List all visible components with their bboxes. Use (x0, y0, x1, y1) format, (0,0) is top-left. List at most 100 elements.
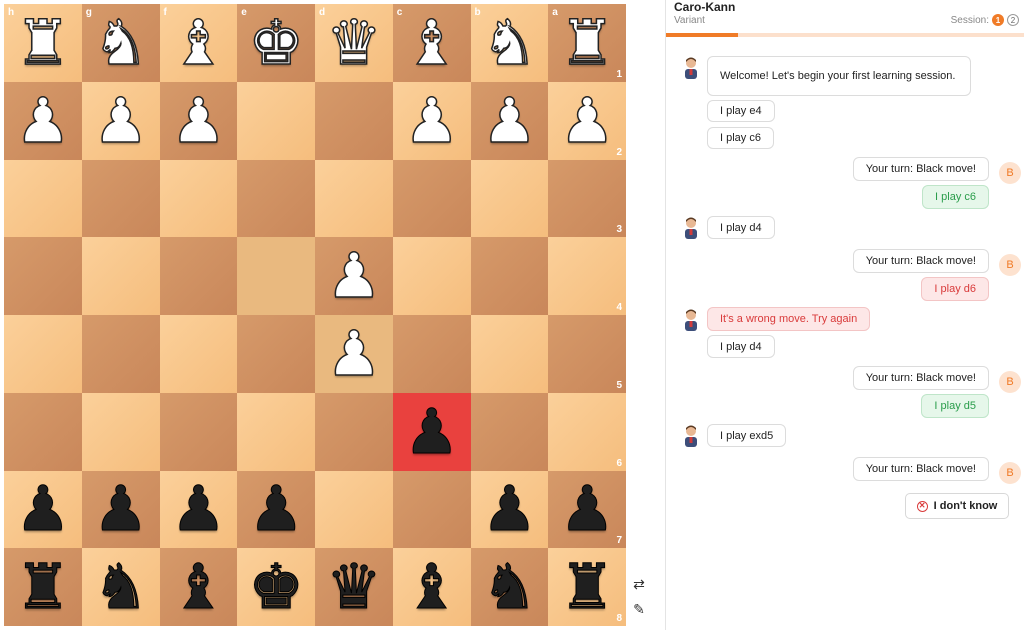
square-a8[interactable]: 8 ♜ (548, 548, 626, 626)
square-e1[interactable]: e ♚ (237, 4, 315, 82)
square-a1[interactable]: a 1 ♜ (548, 4, 626, 82)
square-f7[interactable]: ♟ (159, 470, 238, 549)
flip-board-icon[interactable]: ⇄ (631, 576, 647, 592)
square-c2[interactable]: ♟ (392, 81, 471, 160)
square-g8[interactable]: ♞ (81, 548, 160, 626)
square-g3[interactable] (81, 159, 160, 238)
square-d7[interactable] (315, 470, 393, 549)
square-h6[interactable] (4, 392, 82, 471)
square-a4[interactable]: 4 (548, 237, 626, 315)
square-h1[interactable]: h ♜ (4, 4, 82, 82)
draw-icon[interactable]: ✎ (631, 601, 647, 617)
square-f8[interactable]: ♝ (159, 548, 238, 626)
black-rook-icon[interactable]: ♜ (559, 555, 616, 618)
square-d1[interactable]: d ♛ (315, 4, 393, 82)
square-h3[interactable] (4, 159, 82, 238)
white-pawn-icon[interactable]: ♟ (170, 88, 227, 152)
square-a3[interactable]: 3 (548, 159, 626, 238)
square-h8[interactable]: ♜ (4, 548, 82, 626)
white-pawn-icon[interactable]: ♟ (403, 88, 460, 152)
black-pawn-icon[interactable]: ♟ (248, 477, 305, 540)
square-b7[interactable]: ♟ (470, 470, 549, 549)
square-b4[interactable] (470, 237, 549, 315)
square-f5[interactable] (159, 315, 238, 393)
square-f4[interactable] (159, 237, 238, 315)
black-pawn-icon[interactable]: ♟ (170, 477, 227, 540)
square-g7[interactable]: ♟ (81, 470, 160, 549)
white-knight-icon[interactable]: ♞ (481, 11, 538, 75)
square-d3[interactable] (315, 159, 393, 238)
black-rook-icon[interactable]: ♜ (15, 555, 72, 618)
black-pawn-icon[interactable]: ♟ (481, 477, 538, 540)
white-bishop-icon[interactable]: ♝ (170, 11, 227, 75)
white-pawn-icon[interactable]: ♟ (14, 88, 71, 152)
square-c4[interactable] (392, 237, 471, 315)
square-b1[interactable]: b ♞ (470, 4, 549, 82)
white-pawn-icon[interactable]: ♟ (325, 244, 382, 308)
white-bishop-icon[interactable]: ♝ (403, 11, 460, 75)
black-bishop-icon[interactable]: ♝ (170, 555, 227, 618)
white-king-icon[interactable]: ♚ (248, 11, 305, 75)
chess-board[interactable]: h ♜ g ♞ f ♝ e ♚ d ♛ c ♝ b ♞ a 1 ♜ ♟ ♟ ♟ ♟ ♟ 2 ♟ 3 ♟ 4 ♟ 5 ♟ 6 ♟ ♟ ♟ ♟ ♟ 7 ♟ ♜ ♞… (4, 4, 626, 626)
square-h5[interactable] (4, 315, 82, 393)
square-e6[interactable] (237, 392, 315, 471)
square-f2[interactable]: ♟ (159, 81, 238, 160)
square-c3[interactable] (392, 159, 471, 238)
square-e5[interactable] (237, 315, 315, 393)
square-b8[interactable]: ♞ (470, 548, 549, 626)
square-e8[interactable]: ♚ (237, 548, 315, 626)
white-pawn-icon[interactable]: ♟ (325, 322, 382, 386)
square-f6[interactable] (159, 392, 238, 471)
square-b2[interactable]: ♟ (470, 81, 549, 160)
square-f3[interactable] (159, 159, 238, 238)
square-d4[interactable]: ♟ (315, 237, 393, 315)
square-c5[interactable] (392, 315, 471, 393)
square-c7[interactable] (392, 470, 471, 549)
white-pawn-icon[interactable]: ♟ (559, 88, 616, 152)
black-pawn-icon[interactable]: ♟ (92, 477, 149, 540)
white-rook-icon[interactable]: ♜ (14, 11, 71, 75)
white-pawn-icon[interactable]: ♟ (481, 88, 538, 152)
square-b6[interactable] (470, 392, 549, 471)
black-knight-icon[interactable]: ♞ (92, 555, 149, 618)
square-g1[interactable]: g ♞ (81, 4, 160, 82)
black-queen-icon[interactable]: ♛ (326, 555, 383, 618)
square-e2[interactable] (237, 81, 315, 160)
square-c1[interactable]: c ♝ (392, 4, 471, 82)
black-knight-icon[interactable]: ♞ (481, 555, 538, 618)
session-2-badge[interactable]: 2 (1007, 14, 1019, 26)
black-king-icon[interactable]: ♚ (248, 555, 305, 618)
white-queen-icon[interactable]: ♛ (325, 11, 382, 75)
square-h2[interactable]: ♟ (4, 81, 82, 160)
square-a6[interactable]: 6 (548, 392, 626, 471)
square-b5[interactable] (470, 315, 549, 393)
square-a5[interactable]: 5 (548, 315, 626, 393)
square-e7[interactable]: ♟ (237, 470, 315, 549)
square-g2[interactable]: ♟ (81, 81, 160, 160)
black-pawn-icon[interactable]: ♟ (559, 477, 616, 540)
square-g6[interactable] (81, 392, 160, 471)
square-g4[interactable] (81, 237, 160, 315)
square-c8[interactable]: ♝ (392, 548, 471, 626)
i-dont-know-button[interactable]: ✕ I don't know (905, 493, 1009, 519)
square-b3[interactable] (470, 159, 549, 238)
square-e3[interactable] (237, 159, 315, 238)
square-a2[interactable]: 2 ♟ (548, 81, 626, 160)
square-h7[interactable]: ♟ (4, 470, 82, 549)
square-d8[interactable]: ♛ (315, 548, 393, 626)
square-d5[interactable]: ♟ (315, 315, 393, 393)
black-pawn-icon[interactable]: ♟ (15, 477, 72, 540)
session-1-badge[interactable]: 1 (992, 14, 1004, 26)
square-d6[interactable] (315, 392, 393, 471)
square-a7[interactable]: 7 ♟ (548, 470, 626, 549)
black-bishop-icon[interactable]: ♝ (403, 555, 460, 618)
white-rook-icon[interactable]: ♜ (559, 11, 616, 75)
black-pawn-icon[interactable]: ♟ (403, 400, 460, 463)
square-g5[interactable] (81, 315, 160, 393)
white-pawn-icon[interactable]: ♟ (92, 88, 149, 152)
square-h4[interactable] (4, 237, 82, 315)
square-e4[interactable] (237, 237, 315, 315)
square-d2[interactable] (315, 81, 393, 160)
square-c6[interactable]: ♟ (392, 392, 471, 471)
white-knight-icon[interactable]: ♞ (92, 11, 149, 75)
